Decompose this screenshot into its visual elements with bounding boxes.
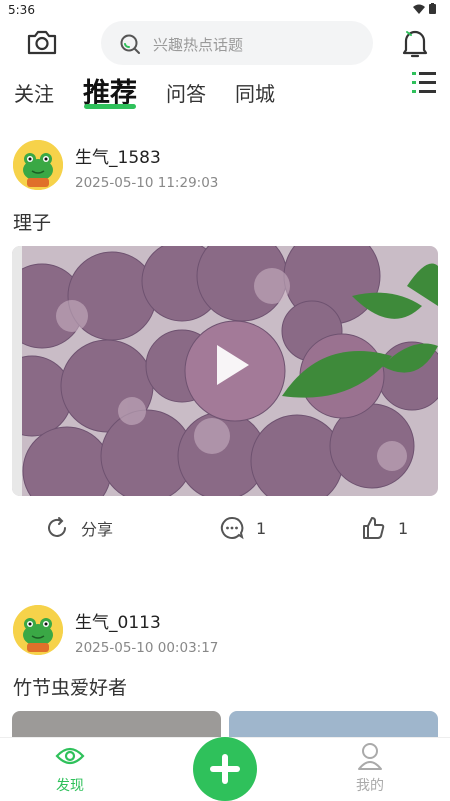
status-bar: 5:36 [0,0,450,20]
search-icon [120,34,140,54]
like-button[interactable]: 1 [362,516,408,540]
nav-me[interactable]: 我的 [356,741,384,795]
search-placeholder: 兴趣热点话题 [153,36,244,54]
tab-qa[interactable]: 问答 [166,78,206,107]
post-video[interactable] [12,246,438,496]
play-icon[interactable] [199,335,259,395]
comment-button[interactable]: 1 [220,516,266,540]
bell-icon[interactable] [400,28,430,60]
like-count: 1 [398,518,409,538]
status-icons [413,3,436,14]
frog-avatar-icon [13,140,63,190]
tab-follow[interactable]: 关注 [14,78,54,107]
active-tab-indicator [84,104,136,109]
tab-local[interactable]: 同城 [235,78,275,107]
wifi-icon [413,4,425,14]
eye-icon [55,747,85,765]
add-post-button[interactable] [193,737,257,801]
thumbs-up-icon [363,517,385,539]
share-button[interactable]: 分享 [45,516,113,540]
comment-icon [220,516,244,540]
battery-icon [429,3,436,14]
feed-post: 生气_0113 2025-05-10 00:03:17 竹节虫爱好者 [0,603,450,741]
nav-me-label: 我的 [356,778,384,794]
post-actions: 分享 1 1 [0,508,450,548]
status-time: 5:36 [8,3,35,17]
nav-discover-label: 发现 [56,778,84,794]
share-icon [48,517,66,537]
post-username[interactable]: 生气_1583 [75,143,161,168]
post-time: 2025-05-10 11:29:03 [75,175,219,191]
post-content[interactable]: 竹节虫爱好者 [13,673,127,700]
comment-count: 1 [256,518,267,538]
menu-list-icon[interactable] [410,68,438,98]
user-icon [358,743,382,770]
feed-post: 生气_1583 2025-05-10 11:29:03 理子 分享 1 1 [0,138,450,558]
top-bar: 兴趣热点话题 [0,18,450,68]
frog-avatar-icon [13,605,63,655]
post-time: 2025-05-10 00:03:17 [75,640,219,656]
avatar[interactable] [13,140,63,190]
avatar[interactable] [13,605,63,655]
post-username[interactable]: 生气_0113 [75,608,161,633]
feed-tabs: 关注 推荐 问答 同城 [0,68,450,112]
post-content[interactable]: 理子 [13,208,51,235]
camera-icon[interactable] [26,28,58,56]
search-bar[interactable]: 兴趣热点话题 [101,21,373,65]
share-label: 分享 [81,520,114,539]
nav-discover[interactable]: 发现 [55,743,85,795]
